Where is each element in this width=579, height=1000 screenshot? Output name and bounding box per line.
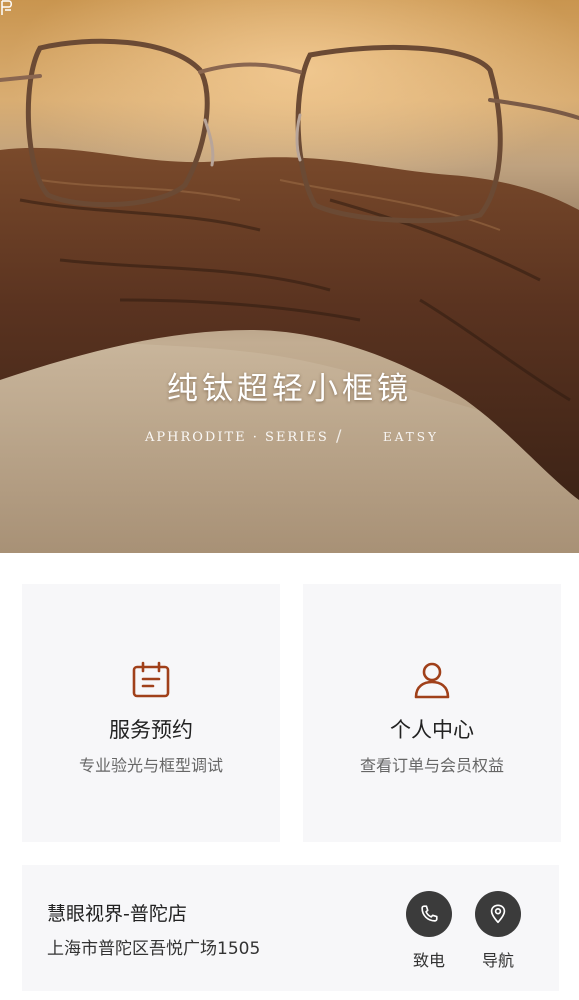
service-booking-card[interactable]: 服务预约 专业验光与框型调试 xyxy=(22,584,280,842)
location-pin-icon xyxy=(490,904,506,924)
hero-brand-label: EATSY xyxy=(383,430,439,444)
call-label: 致电 xyxy=(412,951,445,970)
hero-image xyxy=(0,38,579,553)
card-subtitle: 专业验光与框型调试 xyxy=(78,756,223,775)
calendar-icon xyxy=(132,661,170,698)
call-button[interactable]: 致电 xyxy=(406,891,452,971)
navigate-label: 导航 xyxy=(481,951,514,970)
card-title: 个人中心 xyxy=(390,718,474,742)
hero-title: 纯钛超轻小框镜 xyxy=(167,371,412,407)
store-address: 上海市普陀区吾悦广场1505 xyxy=(47,939,261,959)
store-info-bar: 慧眼视界-普陀店 上海市普陀区吾悦广场1505 致电 导航 xyxy=(22,865,559,991)
hero-banner[interactable]: 纯钛超轻小框镜 APHRODITE · SERIES / EATSY xyxy=(0,0,579,553)
store-name: 慧眼视界-普陀店 xyxy=(47,903,187,925)
card-title: 服务预约 xyxy=(109,718,193,742)
navigate-button-circle[interactable] xyxy=(475,891,521,937)
card-subtitle: 查看订单与会员权益 xyxy=(359,756,504,775)
call-button-circle[interactable] xyxy=(406,891,452,937)
user-icon xyxy=(414,662,450,699)
phone-icon xyxy=(421,905,438,922)
navigate-button[interactable]: 导航 xyxy=(475,891,521,971)
hero-divider: / xyxy=(336,426,342,445)
hero-series-label: APHRODITE · SERIES xyxy=(145,430,329,445)
personal-center-card[interactable]: 个人中心 查看订单与会员权益 xyxy=(303,584,561,842)
brand-logo-icon xyxy=(1,0,12,15)
